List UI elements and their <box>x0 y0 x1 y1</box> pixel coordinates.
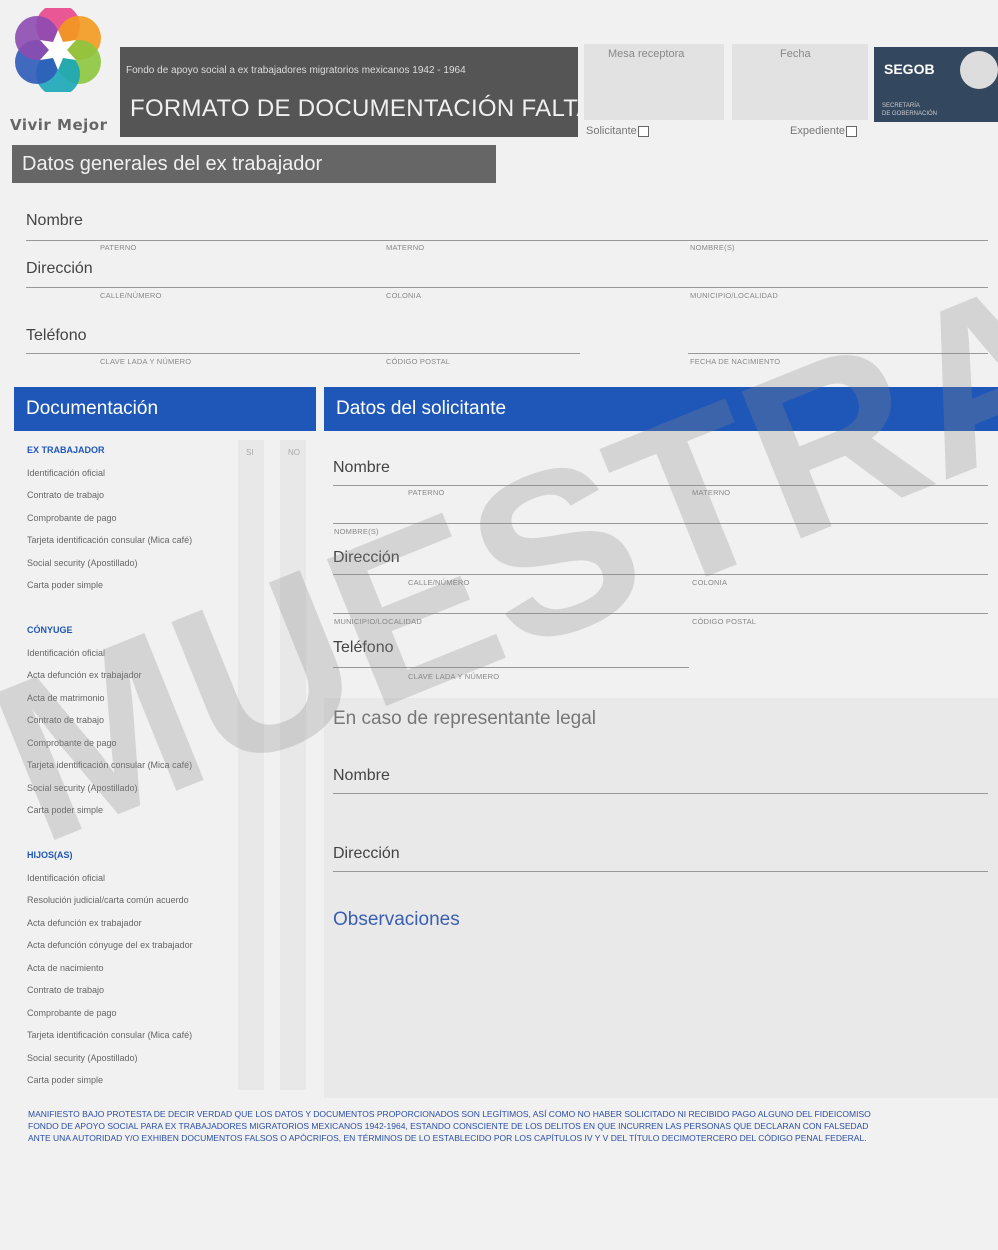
group-ex-trabajador: EX TRABAJADOR <box>27 445 105 455</box>
list-item[interactable]: Acta de nacimiento <box>27 963 317 986</box>
documentacion-list: EX TRABAJADOR Identificación oficial Con… <box>27 445 317 1098</box>
cap-codigo-postal: CÓDIGO POSTAL <box>386 357 451 366</box>
list-item[interactable]: Identificación oficial <box>27 873 317 896</box>
cap-nombres: NOMBRE(S) <box>690 243 735 252</box>
list-item[interactable]: Social security (Apostillado) <box>27 783 317 806</box>
list-item[interactable]: Tarjeta identificación consular (Mica ca… <box>27 535 317 558</box>
sol-telefono-label: Teléfono <box>333 639 394 656</box>
sol-telefono-line[interactable] <box>333 667 689 668</box>
observaciones-field[interactable] <box>333 940 988 1090</box>
cap-paterno: PATERNO <box>100 243 137 252</box>
rep-direccion-line[interactable] <box>333 871 988 872</box>
rep-nombre-line[interactable] <box>333 793 988 794</box>
cap-materno: MATERNO <box>386 243 425 252</box>
cap-colonia: COLONIA <box>386 291 422 300</box>
worker-telefono-line[interactable] <box>26 353 580 354</box>
declaration-line-2: FONDO DE APOYO SOCIAL PARA EX TRABAJADOR… <box>28 1121 869 1131</box>
rep-direccion-label: Dirección <box>333 845 400 862</box>
list-item[interactable]: Carta poder simple <box>27 580 317 603</box>
worker-telefono-label: Teléfono <box>26 327 87 344</box>
list-item[interactable]: Social security (Apostillado) <box>27 558 317 581</box>
list-item[interactable]: Carta poder simple <box>27 1075 317 1098</box>
logo-text: Vivir Mejor <box>10 116 108 134</box>
segob-name: SEGOB <box>884 61 935 77</box>
list-item[interactable]: Carta poder simple <box>27 805 317 828</box>
declaration-line-3: ANTE UNA AUTORIDAD Y/O EXHIBEN DOCUMENTO… <box>28 1133 867 1143</box>
documentacion-title: Documentación <box>14 387 316 431</box>
worker-nombre-label: Nombre <box>26 212 83 229</box>
list-item[interactable]: Comprobante de pago <box>27 1008 317 1031</box>
solicitante-check-label: Solicitante <box>586 125 637 137</box>
program-subtitle: Fondo de apoyo social a ex trabajadores … <box>126 65 466 76</box>
list-item[interactable]: Tarjeta identificación consular (Mica ca… <box>27 760 317 783</box>
sol-direccion-line[interactable] <box>333 574 988 575</box>
sol-cap-codigo-postal: CÓDIGO POSTAL <box>692 617 757 626</box>
sol-nombres-line[interactable] <box>333 523 988 524</box>
fecha-label: Fecha <box>780 48 811 60</box>
worker-direccion-line[interactable] <box>26 287 988 288</box>
segob-subtitle: SECRETARÍA DE GOBERNACIÓN <box>882 103 938 117</box>
sol-cap-clave-lada: CLAVE LADA Y NÚMERO <box>408 672 500 681</box>
sol-cap-municipio: MUNICIPIO/LOCALIDAD <box>334 617 422 626</box>
cap-municipio: MUNICIPIO/LOCALIDAD <box>690 291 778 300</box>
worker-nombre-line[interactable] <box>26 240 988 241</box>
sol-cap-nombres: NOMBRE(S) <box>334 527 379 536</box>
cap-fecha-nacimiento: FECHA DE NACIMIENTO <box>690 357 781 366</box>
group-hijos: HIJOS(AS) <box>27 850 73 860</box>
list-item[interactable]: Acta defunción cónyuge del ex trabajador <box>27 940 317 963</box>
sol-nombre-line[interactable] <box>333 485 988 486</box>
vivir-mejor-logo <box>15 8 101 92</box>
worker-section-title: Datos generales del ex trabajador <box>12 145 496 183</box>
list-item[interactable]: Acta defunción ex trabajador <box>27 670 317 693</box>
fecha-box[interactable]: Fecha <box>732 44 868 120</box>
sol-cap-paterno: PATERNO <box>408 488 445 497</box>
mesa-receptora-label: Mesa receptora <box>608 48 685 60</box>
list-item[interactable]: Identificación oficial <box>27 648 317 671</box>
cap-calle: CALLE/NÚMERO <box>100 291 162 300</box>
worker-fecha-nac-line[interactable] <box>688 353 988 354</box>
solicitante-check[interactable]: Solicitante <box>586 125 649 137</box>
list-item[interactable]: Comprobante de pago <box>27 513 317 536</box>
solicitante-checkbox[interactable] <box>637 125 649 137</box>
list-item[interactable]: Acta defunción ex trabajador <box>27 918 317 941</box>
sol-nombre-label: Nombre <box>333 459 390 476</box>
segob-logo: SEGOB SECRETARÍA DE GOBERNACIÓN <box>874 47 998 122</box>
expediente-checkbox[interactable] <box>846 125 858 137</box>
representante-title: En caso de representante legal <box>333 708 597 729</box>
sol-direccion-label: Dirección <box>333 549 400 566</box>
sol-cap-colonia: COLONIA <box>692 578 728 587</box>
list-item[interactable]: Contrato de trabajo <box>27 715 317 738</box>
list-item[interactable]: Identificación oficial <box>27 468 317 491</box>
list-item[interactable]: Acta de matrimonio <box>27 693 317 716</box>
cap-clave-lada: CLAVE LADA Y NÚMERO <box>100 357 192 366</box>
group-conyuge: CÓNYUGE <box>27 625 73 635</box>
list-item[interactable]: Social security (Apostillado) <box>27 1053 317 1076</box>
declaration-text: MANIFIESTO BAJO PROTESTA DE DECIR VERDAD… <box>28 1108 998 1144</box>
sol-cap-materno: MATERNO <box>692 488 731 497</box>
mesa-receptora-box[interactable]: Mesa receptora <box>584 44 724 120</box>
form-title: FORMATO DE DOCUMENTACIÓN FALTANTE <box>130 95 642 122</box>
list-item[interactable]: Contrato de trabajo <box>27 490 317 513</box>
worker-direccion-label: Dirección <box>26 260 93 277</box>
national-seal-icon <box>960 51 998 89</box>
solicitante-title: Datos del solicitante <box>324 387 998 431</box>
expediente-check[interactable]: Expediente <box>790 125 858 137</box>
list-item[interactable]: Contrato de trabajo <box>27 985 317 1008</box>
list-item[interactable]: Comprobante de pago <box>27 738 317 761</box>
expediente-check-label: Expediente <box>790 125 846 137</box>
observaciones-title: Observaciones <box>333 909 460 930</box>
title-band: Fondo de apoyo social a ex trabajadores … <box>120 47 641 137</box>
list-item[interactable]: Resolución judicial/carta común acuerdo <box>27 895 317 918</box>
sol-cap-calle: CALLE/NÚMERO <box>408 578 470 587</box>
rep-nombre-label: Nombre <box>333 767 390 784</box>
list-item[interactable]: Tarjeta identificación consular (Mica ca… <box>27 1030 317 1053</box>
sol-municipio-line[interactable] <box>333 613 988 614</box>
declaration-line-1: MANIFIESTO BAJO PROTESTA DE DECIR VERDAD… <box>28 1109 871 1119</box>
